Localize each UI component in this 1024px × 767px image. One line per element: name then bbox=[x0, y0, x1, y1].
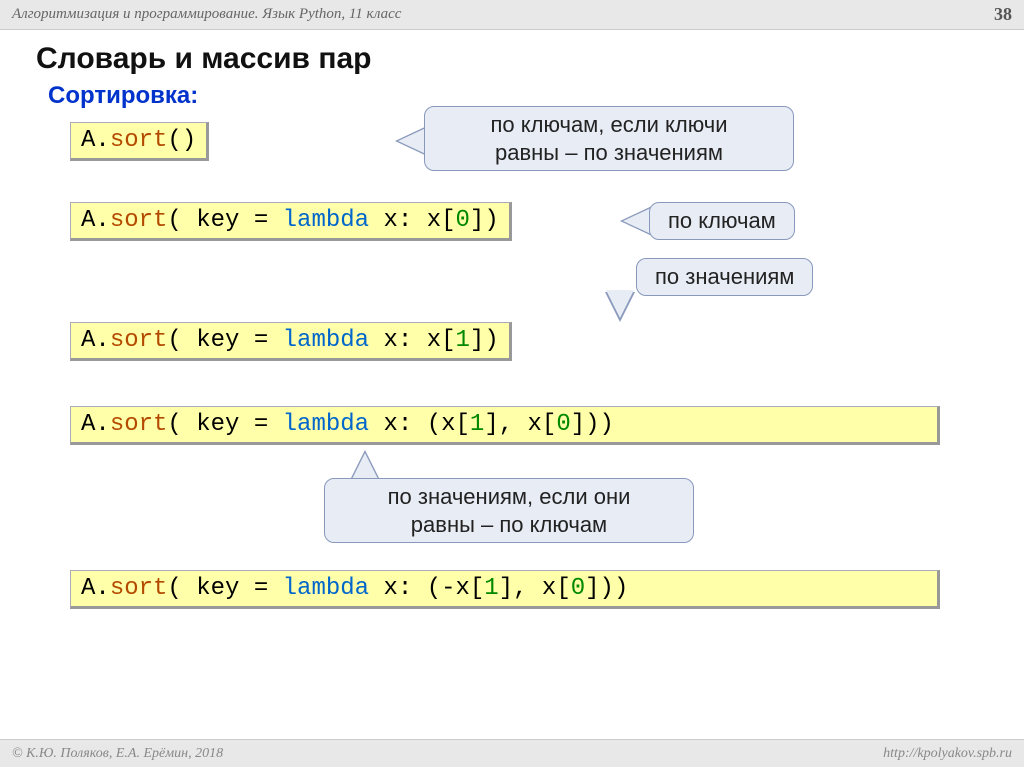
callout-bykey: по ключам bbox=[649, 202, 795, 240]
footer-url: http://kpolyakov.spb.ru bbox=[883, 746, 1012, 762]
code-sort-key1: A.sort( key = lambda x: x[1]) bbox=[70, 322, 512, 361]
code-sort-neg-tuple: A.sort( key = lambda x: (-x[1], x[0])) bbox=[70, 570, 940, 609]
page-number: 38 bbox=[994, 4, 1012, 25]
course-label: Алгоритмизация и программирование. Язык … bbox=[12, 6, 401, 23]
callout-tuple: по значениям, если они равны – по ключам bbox=[324, 478, 694, 543]
code-sort-default: A.sort() bbox=[70, 122, 209, 161]
slide-title: Словарь и массив пар bbox=[0, 30, 1024, 82]
copyright: © К.Ю. Поляков, Е.А. Ерёмин, 2018 bbox=[12, 746, 223, 762]
callout-default: по ключам, если ключи равны – по значени… bbox=[424, 106, 794, 171]
code-sort-tuple: A.sort( key = lambda x: (x[1], x[0])) bbox=[70, 406, 940, 445]
code-sort-key0: A.sort( key = lambda x: x[0]) bbox=[70, 202, 512, 241]
content-area: A.sort() по ключам, если ключи равны – п… bbox=[0, 110, 1024, 620]
header-bar: Алгоритмизация и программирование. Язык … bbox=[0, 0, 1024, 30]
callout-byvalue: по значениям bbox=[636, 258, 813, 296]
footer-bar: © К.Ю. Поляков, Е.А. Ерёмин, 2018 http:/… bbox=[0, 739, 1024, 767]
